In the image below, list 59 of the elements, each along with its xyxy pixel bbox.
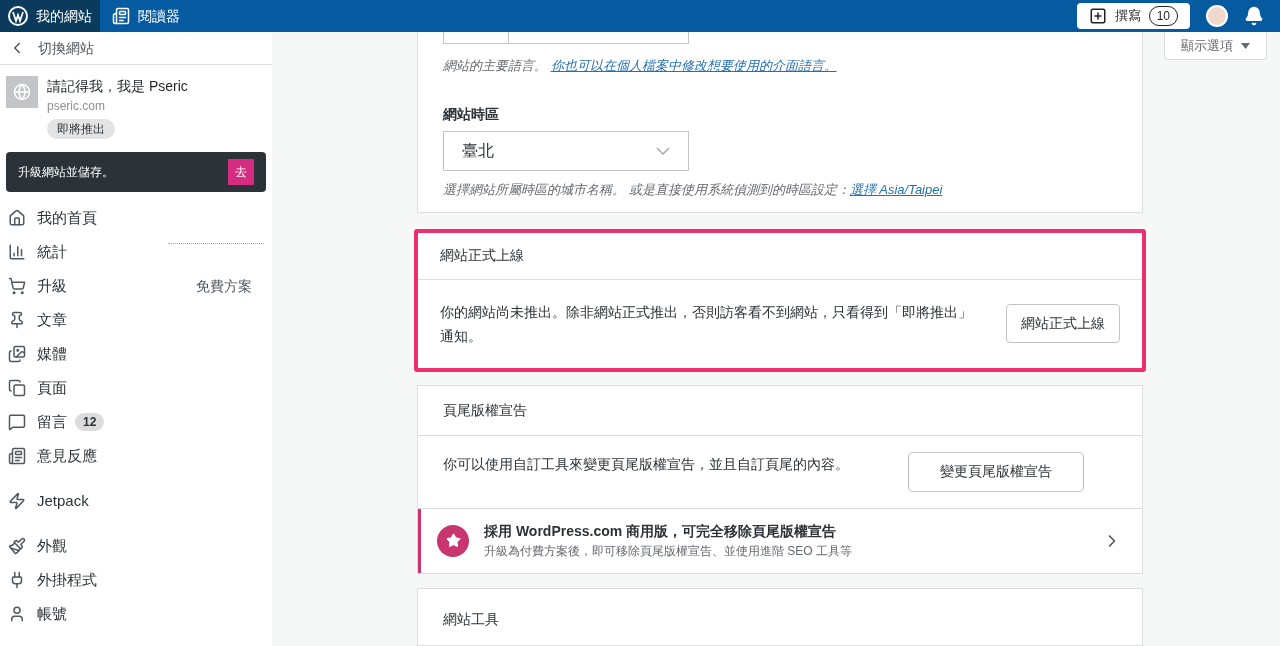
sidebar-item[interactable]: 媒體 bbox=[37, 342, 67, 366]
write-button[interactable]: 撰寫 10 bbox=[1076, 3, 1190, 29]
language-hint: 網站的主要語言。 你也可以在個人檔案中修改想要使用的介面語言。 bbox=[443, 57, 838, 75]
brush-icon bbox=[8, 537, 26, 555]
sidebar-item[interactable]: Jetpack bbox=[37, 489, 89, 513]
count-badge: 12 bbox=[75, 413, 105, 431]
reader-tab[interactable]: 閱讀器 bbox=[100, 5, 192, 27]
sidebar-item[interactable]: 外掛程式 bbox=[37, 568, 97, 592]
launch-site-button[interactable]: 網站正式上線 bbox=[1006, 304, 1120, 344]
timezone-link[interactable]: 選擇 Asia/Taipei bbox=[849, 181, 943, 197]
sidebar-item[interactable]: 外觀 bbox=[37, 534, 67, 558]
promo-text: 升級為付費方案後，即可移除頁尾版權宣告、並使用進階 SEO 工具等 bbox=[484, 543, 852, 561]
dropdown-arrow-icon bbox=[1241, 42, 1250, 49]
lightning-icon bbox=[8, 492, 26, 510]
pin-icon bbox=[8, 311, 26, 329]
upgrade-promo[interactable]: 採用 WordPress.com 商用版，可完全移除頁尾版權宣告 升級為付費方案後，即可移除頁尾版權宣告、並使用進階 SEO 工具等 bbox=[418, 508, 1142, 573]
images-icon bbox=[8, 345, 26, 363]
site-url: pseric.com bbox=[47, 98, 105, 115]
sidebar-item[interactable]: 留言 bbox=[37, 410, 67, 434]
plan-label: 免費方案 bbox=[196, 276, 252, 296]
launch-description: 你的網站尚未推出。除非網站正式推出，否則訪客看不到網站，只看得到「即將推出」通知。 bbox=[440, 302, 973, 346]
sidebar-item[interactable]: 升級 bbox=[37, 274, 67, 298]
timezone-hint: 選擇網站所屬時區的城市名稱。 或是直接使用系統偵測到的時區設定：選擇 Asia/Taipei bbox=[443, 180, 944, 199]
change-footer-button[interactable]: 變更頁尾版權宣告 bbox=[908, 451, 1084, 492]
timezone-select[interactable]: 臺北 bbox=[443, 130, 689, 171]
sidebar-item[interactable]: 統計 bbox=[37, 240, 67, 264]
list-card-icon bbox=[8, 447, 26, 465]
add-post-icon bbox=[1088, 7, 1107, 25]
house-icon bbox=[8, 209, 26, 227]
site-title[interactable]: 請記得我，我是 Pseric bbox=[47, 76, 188, 97]
sidebar-item[interactable]: 意見反應 bbox=[37, 444, 97, 468]
promo-title: 採用 WordPress.com 商用版，可完全移除頁尾版權宣告 bbox=[484, 522, 838, 542]
status-badge: 即將推出 bbox=[47, 119, 115, 139]
my-site-tab[interactable]: 我的網站 bbox=[0, 0, 100, 32]
timezone-label: 網站時區 bbox=[443, 104, 500, 124]
site-icon bbox=[6, 76, 38, 108]
switch-site-link[interactable]: 切換網站 bbox=[38, 37, 94, 59]
cart-icon bbox=[8, 277, 26, 295]
footer-card-title: 頁尾版權宣告 bbox=[418, 385, 1142, 436]
sidebar-item[interactable]: 帳號 bbox=[37, 602, 67, 626]
profile-language-link[interactable]: 你也可以在個人檔案中修改想要使用的介面語言。 bbox=[550, 58, 837, 73]
newspaper-icon bbox=[112, 7, 130, 25]
bell-icon[interactable] bbox=[1244, 6, 1264, 26]
speech-bubble-icon bbox=[8, 413, 26, 431]
launch-card-title: 網站正式上線 bbox=[418, 232, 1142, 280]
upgrade-text: 升級網站並儲存。 bbox=[18, 164, 114, 181]
wordpress-logo-icon bbox=[8, 6, 28, 26]
footer-description: 你可以使用自訂工具來變更頁尾版權宣告，並且自訂頁尾的內容。 bbox=[443, 454, 849, 474]
sidebar-item[interactable]: 頁面 bbox=[37, 376, 67, 400]
display-options-button[interactable]: 顯示選項 bbox=[1164, 32, 1267, 60]
bar-chart-icon bbox=[8, 243, 26, 261]
tools-card-title: 網站工具 bbox=[443, 610, 499, 627]
chevron-down-icon bbox=[656, 146, 670, 155]
sidebar-item[interactable]: 文章 bbox=[37, 308, 67, 332]
person-icon bbox=[8, 605, 26, 623]
avatar[interactable] bbox=[1206, 5, 1228, 27]
pages-icon bbox=[8, 379, 26, 397]
sidebar-item[interactable]: 我的首頁 bbox=[37, 206, 97, 230]
go-button[interactable]: 去 bbox=[228, 159, 254, 185]
